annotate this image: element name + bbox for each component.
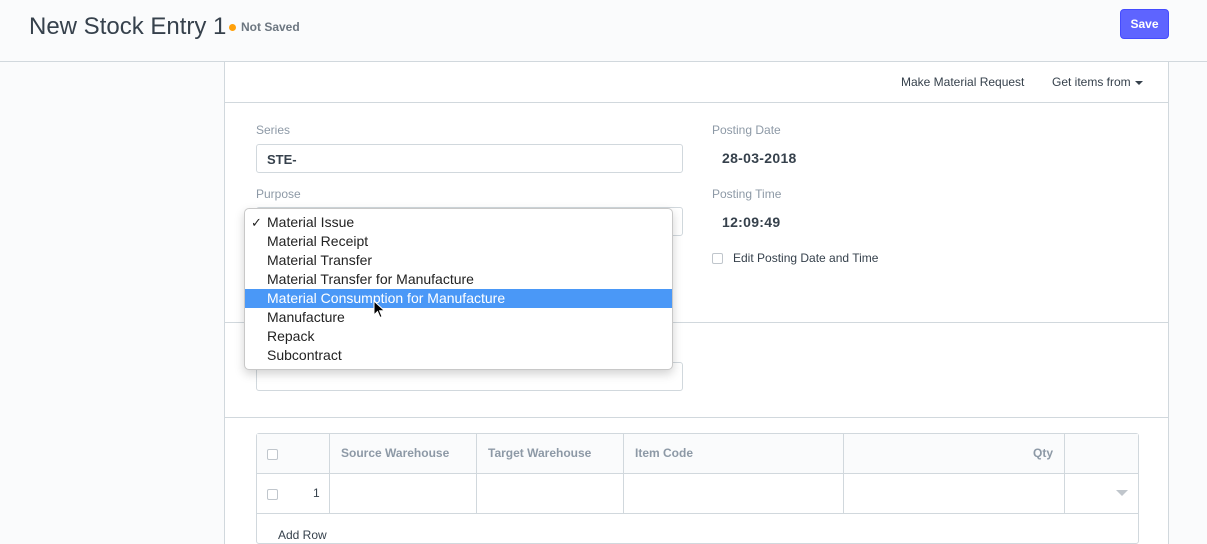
page-title: New Stock Entry 1 xyxy=(29,13,227,40)
column-header-actions xyxy=(1064,434,1138,474)
items-table: Source Warehouse Target Warehouse Item C… xyxy=(256,433,1139,544)
row-checkbox[interactable] xyxy=(267,489,278,500)
status-dot-icon xyxy=(229,23,236,31)
purpose-option-label: Material Transfer for Manufacture xyxy=(267,271,474,287)
purpose-option-label: Material Issue xyxy=(267,214,355,230)
make-material-request-button[interactable]: Make Material Request xyxy=(901,75,1024,89)
column-header-label: Source Warehouse xyxy=(341,446,450,460)
checkmark-icon: ✓ xyxy=(251,215,262,230)
purpose-option-label: Subcontract xyxy=(267,347,342,363)
edit-posting-checkbox[interactable] xyxy=(712,253,723,264)
purpose-option-label: Repack xyxy=(267,328,315,344)
table-header-row: Source Warehouse Target Warehouse Item C… xyxy=(257,434,1138,474)
purpose-option[interactable]: ✓ Material Issue xyxy=(245,213,672,232)
form-toolbar: Make Material Request Get items from xyxy=(225,62,1168,103)
status-text: Not Saved xyxy=(241,20,300,34)
purpose-option[interactable]: Manufacture xyxy=(245,308,672,327)
purpose-option[interactable]: Subcontract xyxy=(245,346,672,365)
column-header-label: Qty xyxy=(1032,446,1053,460)
purpose-option-highlighted[interactable]: Material Consumption for Manufacture xyxy=(245,289,672,308)
column-header[interactable]: Qty xyxy=(843,434,1064,474)
get-items-from-dropdown[interactable]: Get items from xyxy=(1052,75,1143,89)
edit-posting-label: Edit Posting Date and Time xyxy=(733,251,879,265)
select-all-checkbox[interactable] xyxy=(267,449,278,460)
page-header: New Stock Entry 1 Not Saved Save xyxy=(0,0,1207,62)
column-header-label: Item Code xyxy=(635,446,694,460)
purpose-option-label: Material Transfer xyxy=(267,252,373,268)
series-label: Series xyxy=(256,123,291,137)
status-indicator: Not Saved xyxy=(229,20,300,34)
posting-time-value: 12:09:49 xyxy=(722,214,781,230)
purpose-label: Purpose xyxy=(256,187,301,201)
chevron-down-icon[interactable] xyxy=(1116,490,1128,496)
save-button[interactable]: Save xyxy=(1120,9,1169,39)
purpose-option[interactable]: Material Transfer for Manufacture xyxy=(245,270,672,289)
posting-date-label: Posting Date xyxy=(712,123,781,137)
series-input[interactable]: STE- xyxy=(256,144,683,173)
purpose-option[interactable]: Repack xyxy=(245,327,672,346)
item-code-cell[interactable] xyxy=(623,474,843,514)
target-warehouse-cell[interactable] xyxy=(476,474,623,514)
add-row-button[interactable]: Add Row xyxy=(278,528,327,542)
column-header[interactable]: Target Warehouse xyxy=(476,434,623,474)
section-divider xyxy=(225,417,1168,418)
mouse-pointer-icon xyxy=(373,300,386,319)
column-header-label: Target Warehouse xyxy=(488,446,592,460)
purpose-option[interactable]: Material Receipt xyxy=(245,232,672,251)
table-row[interactable]: 1 xyxy=(257,474,1138,514)
posting-date-value: 28-03-2018 xyxy=(722,150,797,166)
column-header[interactable]: Source Warehouse xyxy=(329,434,476,474)
caret-down-icon xyxy=(1134,80,1143,85)
qty-cell[interactable] xyxy=(843,474,1064,514)
purpose-option-label: Material Receipt xyxy=(267,233,369,249)
posting-time-label: Posting Time xyxy=(712,187,782,201)
source-warehouse-cell[interactable] xyxy=(329,474,476,514)
row-index: 1 xyxy=(313,486,320,500)
get-items-label: Get items from xyxy=(1052,75,1131,89)
purpose-dropdown-menu: ✓ Material Issue Material Receipt Materia… xyxy=(244,208,673,370)
purpose-option-label: Manufacture xyxy=(267,309,345,325)
purpose-option[interactable]: Material Transfer xyxy=(245,251,672,270)
column-header[interactable]: Item Code xyxy=(623,434,843,474)
